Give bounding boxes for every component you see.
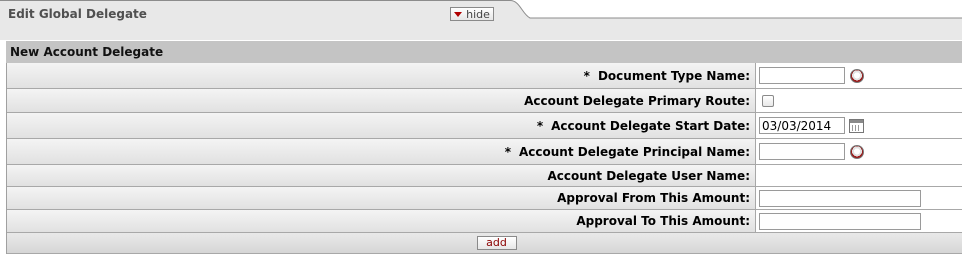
approval-from-label: Approval From This Amount: <box>7 187 756 209</box>
approval-to-cell <box>756 210 962 232</box>
field-label: Approval From This Amount: <box>557 191 750 205</box>
add-button[interactable]: add <box>476 236 517 250</box>
tab-title: Edit Global Delegate <box>8 7 147 21</box>
field-label: Account Delegate User Name: <box>547 168 750 183</box>
tab-header: Edit Global Delegate hide <box>0 0 962 40</box>
principal-name-input[interactable] <box>759 143 845 160</box>
start-date-cell <box>756 113 962 138</box>
triangle-down-icon <box>454 11 463 17</box>
primary-route-label: Account Delegate Primary Route: <box>7 89 756 112</box>
add-row: add <box>7 233 962 254</box>
principal-name-cell <box>756 139 962 164</box>
user-name-label: Account Delegate User Name: <box>7 165 756 186</box>
user-name-cell <box>756 165 962 186</box>
form-row-principal-name: * Account Delegate Principal Name: <box>7 139 962 165</box>
document-type-input[interactable] <box>759 67 845 84</box>
hide-button-label: hide <box>466 7 490 21</box>
approval-to-input[interactable] <box>759 212 921 230</box>
form-row-user-name: Account Delegate User Name: <box>7 165 962 187</box>
required-marker: * <box>504 144 511 159</box>
required-marker: * <box>583 68 590 83</box>
start-date-label: * Account Delegate Start Date: <box>7 113 756 138</box>
start-date-input[interactable] <box>759 117 845 134</box>
lookup-icon[interactable] <box>850 144 864 159</box>
field-label: Account Delegate Principal Name: <box>518 144 750 159</box>
calendar-icon[interactable] <box>849 118 864 133</box>
lookup-icon[interactable] <box>850 68 864 83</box>
section-title: New Account Delegate <box>6 41 962 63</box>
field-label: Document Type Name: <box>597 68 750 83</box>
document-type-cell <box>756 63 962 88</box>
form-row-approval-to: Approval To This Amount: <box>7 210 962 233</box>
new-account-delegate-section: New Account Delegate * Document Type Nam… <box>6 41 962 254</box>
document-type-label: * Document Type Name: <box>7 63 756 88</box>
form-row-primary-route: Account Delegate Primary Route: <box>7 89 962 113</box>
field-label: Approval To This Amount: <box>576 214 750 228</box>
hide-button[interactable]: hide <box>450 7 494 21</box>
primary-route-checkbox[interactable] <box>762 94 774 107</box>
delegate-form: * Document Type Name: Account Delegate P… <box>6 63 962 254</box>
field-label: Account Delegate Start Date: <box>551 118 750 133</box>
form-row-start-date: * Account Delegate Start Date: <box>7 113 962 139</box>
form-row-approval-from: Approval From This Amount: <box>7 187 962 210</box>
principal-name-label: * Account Delegate Principal Name: <box>7 139 756 164</box>
primary-route-cell <box>756 89 962 112</box>
field-label: Account Delegate Primary Route: <box>524 93 750 108</box>
required-marker: * <box>536 118 544 133</box>
approval-from-cell <box>756 187 962 209</box>
approval-to-label: Approval To This Amount: <box>7 210 756 232</box>
approval-from-input[interactable] <box>759 189 921 207</box>
form-row-document-type: * Document Type Name: <box>7 63 962 89</box>
